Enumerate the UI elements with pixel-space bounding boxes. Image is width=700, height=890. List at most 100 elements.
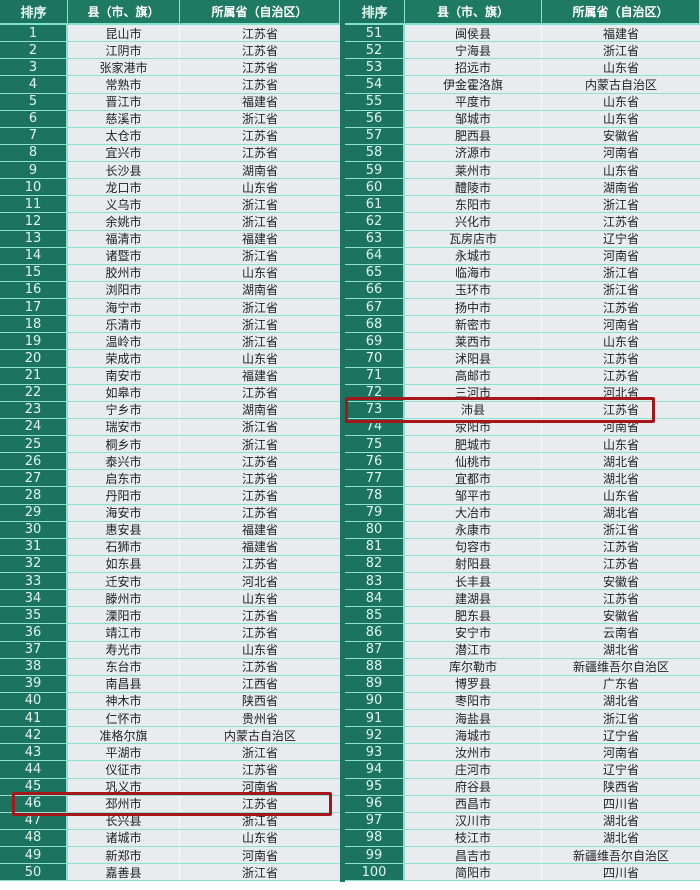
rank-cell: 12 [0, 213, 68, 230]
county-cell: 永康市 [405, 521, 542, 538]
table-row: 92 海城市 辽宁省 [345, 727, 700, 745]
table-row: 83 长丰县 安徽省 [345, 573, 700, 591]
rank-cell: 28 [0, 487, 68, 504]
province-cell: 山东省 [180, 829, 340, 846]
rank-cell: 15 [0, 264, 68, 281]
table-row: 75 肥城市 山东省 [345, 436, 700, 454]
province-cell: 浙江省 [180, 316, 340, 333]
county-cell: 晋江市 [68, 93, 180, 110]
rank-cell: 67 [345, 299, 405, 316]
rank-cell: 24 [0, 418, 68, 435]
rank-cell: 89 [345, 675, 405, 692]
table-row: 42 准格尔旗 内蒙古自治区 [0, 727, 340, 745]
table-row: 79 大冶市 湖北省 [345, 504, 700, 522]
rank-cell: 33 [0, 573, 68, 590]
ranking-table-right: 排序 县（市、旗） 所属省（自治区） 51 闽侯县 福建省 52 宁海县 浙江省 53 招远市… [345, 0, 700, 882]
table-row: 27 启东市 江苏省 [0, 470, 340, 488]
rank-cell: 90 [345, 692, 405, 709]
province-cell: 浙江省 [180, 299, 340, 316]
province-cell: 江苏省 [180, 761, 340, 778]
province-cell: 山东省 [180, 590, 340, 607]
table-row: 40 神木市 陕西省 [0, 692, 340, 710]
county-cell: 肥西县 [405, 127, 542, 144]
table-row: 8 宜兴市 江苏省 [0, 144, 340, 162]
province-cell: 湖南省 [542, 179, 700, 196]
table-row: 55 平度市 山东省 [345, 93, 700, 111]
table-row: 5 晋江市 福建省 [0, 93, 340, 111]
province-cell: 湖南省 [180, 401, 340, 418]
province-cell: 山东省 [542, 333, 700, 350]
county-cell: 句容市 [405, 538, 542, 555]
table-row: 85 肥东县 安徽省 [345, 607, 700, 625]
rank-cell: 1 [0, 25, 68, 42]
rank-cell: 27 [0, 470, 68, 487]
county-cell: 常熟市 [68, 76, 180, 93]
table-row: 78 邹平市 山东省 [345, 487, 700, 505]
province-cell: 江苏省 [542, 350, 700, 367]
rank-cell: 16 [0, 281, 68, 298]
province-cell: 江苏省 [542, 590, 700, 607]
rank-cell: 26 [0, 453, 68, 470]
rank-cell: 57 [345, 127, 405, 144]
highlight-box-rank-46 [12, 792, 332, 816]
rank-cell: 54 [345, 76, 405, 93]
table-row: 71 高邮市 江苏省 [345, 367, 700, 385]
table-row: 62 兴化市 江苏省 [345, 213, 700, 231]
rank-cell: 63 [345, 230, 405, 247]
county-cell: 宁海县 [405, 42, 542, 59]
table-row: 80 永康市 浙江省 [345, 521, 700, 539]
county-cell: 瑞安市 [68, 418, 180, 435]
table-row: 90 枣阳市 湖北省 [345, 692, 700, 710]
county-cell: 新密市 [405, 316, 542, 333]
table-row: 87 潜江市 湖北省 [345, 641, 700, 659]
table-row: 64 永城市 河南省 [345, 247, 700, 265]
header-county: 县（市、旗） [68, 0, 180, 23]
county-cell: 宜都市 [405, 470, 542, 487]
table-header: 排序 县（市、旗） 所属省（自治区） [0, 0, 340, 25]
table-row: 68 新密市 河南省 [345, 316, 700, 334]
rank-cell: 30 [0, 521, 68, 538]
table-row: 58 济源市 河南省 [345, 144, 700, 162]
province-cell: 安徽省 [542, 573, 700, 590]
table-row: 4 常熟市 江苏省 [0, 76, 340, 94]
province-cell: 安徽省 [542, 607, 700, 624]
rank-cell: 78 [345, 487, 405, 504]
rank-cell: 76 [345, 453, 405, 470]
rank-cell: 98 [345, 829, 405, 846]
province-cell: 新疆维吾尔自治区 [542, 847, 700, 864]
rank-cell: 10 [0, 179, 68, 196]
province-cell: 山东省 [180, 179, 340, 196]
rank-cell: 88 [345, 658, 405, 675]
county-cell: 玉环市 [405, 281, 542, 298]
rank-cell: 100 [345, 864, 405, 881]
province-cell: 内蒙古自治区 [542, 76, 700, 93]
county-cell: 射阳县 [405, 555, 542, 572]
province-cell: 江苏省 [542, 299, 700, 316]
province-cell: 四川省 [542, 864, 700, 881]
county-cell: 宁乡市 [68, 401, 180, 418]
county-cell: 昆山市 [68, 25, 180, 42]
province-cell: 山东省 [542, 59, 700, 76]
county-cell: 荣成市 [68, 350, 180, 367]
rank-cell: 56 [345, 110, 405, 127]
province-cell: 辽宁省 [542, 230, 700, 247]
table-row: 17 海宁市 浙江省 [0, 299, 340, 317]
rank-cell: 41 [0, 710, 68, 727]
rank-cell: 96 [345, 795, 405, 812]
province-cell: 湖北省 [542, 504, 700, 521]
table-row: 39 南昌县 江西省 [0, 675, 340, 693]
table-row: 48 诸城市 山东省 [0, 829, 340, 847]
rank-cell: 81 [345, 538, 405, 555]
province-cell: 湖南省 [180, 281, 340, 298]
county-cell: 邹平市 [405, 487, 542, 504]
county-cell: 枝江市 [405, 829, 542, 846]
county-cell: 肥城市 [405, 436, 542, 453]
rank-cell: 23 [0, 401, 68, 418]
table-row: 63 瓦房店市 辽宁省 [345, 230, 700, 248]
table-row: 14 诸暨市 浙江省 [0, 247, 340, 265]
county-cell: 府谷县 [405, 778, 542, 795]
rank-cell: 6 [0, 110, 68, 127]
rank-cell: 68 [345, 316, 405, 333]
rank-cell: 99 [345, 847, 405, 864]
rank-cell: 49 [0, 847, 68, 864]
